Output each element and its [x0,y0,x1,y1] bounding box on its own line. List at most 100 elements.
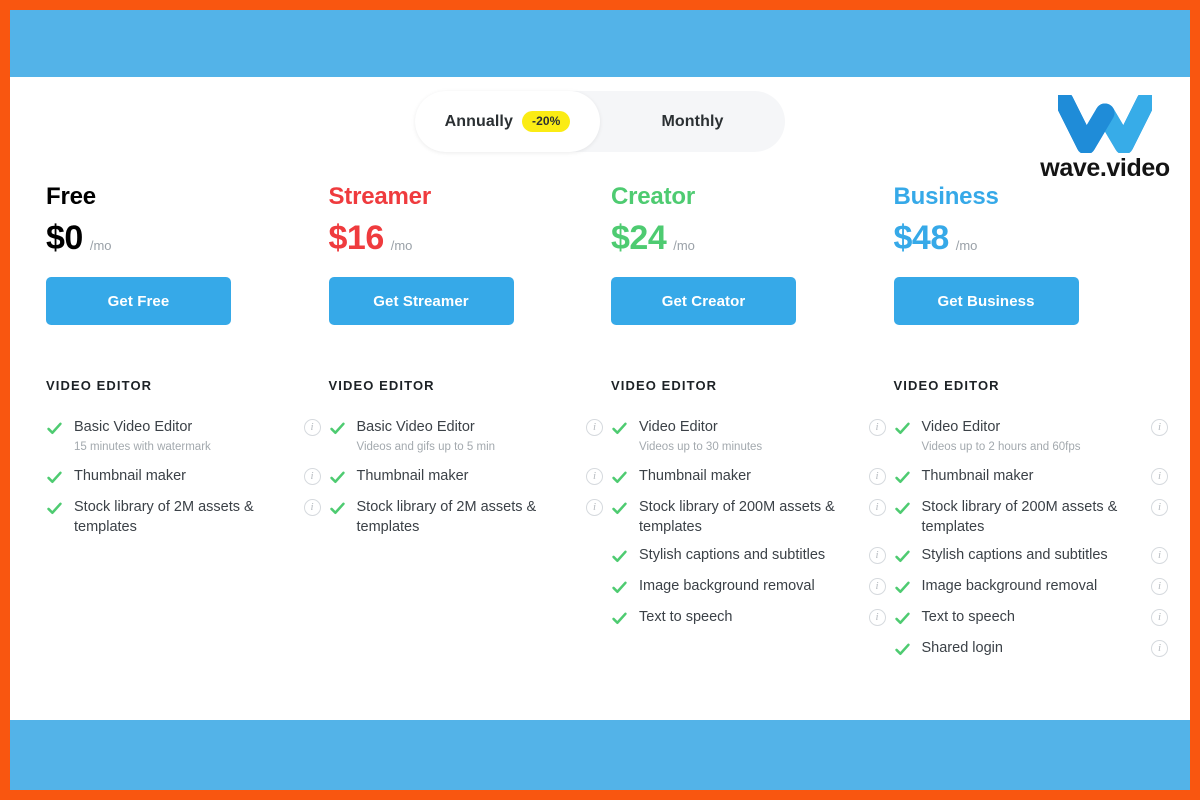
feature-label: Thumbnail maker [74,468,187,484]
info-icon[interactable]: i [868,578,886,595]
feature-list: Video Editor Videos up to 30 minutes i T… [611,417,894,630]
plan-name: Creator [611,183,695,210]
plan-price-row: $24 /mo [611,221,894,255]
check-icon [894,550,910,563]
list-item: Text to speech i [611,607,894,630]
feature-section-title: VIDEO EDITOR [893,378,1000,393]
list-item: Shared login i [894,638,1177,661]
list-item: Stylish captions and subtitles i [611,545,894,568]
info-icon[interactable]: i [868,609,886,626]
feature-sublabel: Videos up to 30 minutes [639,441,763,453]
wave-w-logo-icon [1058,95,1152,153]
plan-price: $16 [328,219,385,257]
feature-section-title: VIDEO EDITOR [611,378,718,393]
feature-label: Text to speech [639,609,733,625]
feature-label: Stylish captions and subtitles [639,547,826,563]
feature-list: Video Editor Videos up to 2 hours and 60… [894,417,1177,661]
info-icon[interactable]: i [1151,419,1168,436]
info-icon[interactable]: i [1151,640,1168,657]
pricing-page: Annually -20% Monthly wave.video Free $0 [10,77,1190,720]
plan-price-row: $0 /mo [46,221,329,255]
check-icon [329,471,345,484]
list-item: Stock library of 200M assets & templates… [894,497,1177,537]
toggle-option-annually[interactable]: Annually -20% [415,91,600,152]
bottom-banner [10,720,1190,790]
feature-label: Thumbnail maker [356,468,469,484]
check-icon [612,422,627,435]
brand-logo[interactable]: wave.video [1020,95,1190,183]
plan-name: Business [893,183,999,210]
toggle-annually-label: Annually [444,112,513,130]
feature-label: Image background removal [921,578,1098,594]
list-item: Thumbnail maker i [611,466,894,489]
list-item: Text to speech i [894,607,1177,630]
list-item: Stylish captions and subtitles i [894,545,1177,568]
list-item: Stock library of 2M assets & templates i [46,497,329,537]
info-icon[interactable]: i [868,499,886,516]
info-icon[interactable]: i [1151,468,1168,485]
list-item: Image background removal i [894,576,1177,599]
feature-label: Stock library of 2M assets & templates [356,499,537,535]
check-icon [894,502,910,515]
plan-price: $24 [611,219,667,257]
check-icon [894,471,910,484]
list-item: Video Editor Videos up to 30 minutes i [611,417,894,458]
plan-price-row: $16 /mo [329,221,612,255]
feature-label: Stock library of 200M assets & templates [639,499,835,535]
feature-section-title: VIDEO EDITOR [46,378,153,393]
list-item: Stock library of 200M assets & templates… [611,497,894,537]
plan-column-creator: Creator $24 /mo Get Creator VIDEO EDITOR… [611,185,894,669]
plan-name: Streamer [328,183,432,210]
plan-price-period: /mo [390,238,413,253]
info-icon[interactable]: i [303,468,321,485]
info-icon[interactable]: i [1151,499,1168,516]
plan-columns: Free $0 /mo Get Free VIDEO EDITOR Basic … [46,185,1176,669]
check-icon [894,422,910,435]
list-item: Stock library of 2M assets & templates i [329,497,612,537]
info-icon[interactable]: i [868,419,886,436]
plan-price-row: $48 /mo [894,221,1177,255]
plan-column-streamer: Streamer $16 /mo Get Streamer VIDEO EDIT… [328,183,612,669]
toggle-option-monthly[interactable]: Monthly [600,91,785,152]
info-icon[interactable]: i [586,499,603,516]
feature-label: Stylish captions and subtitles [921,547,1108,563]
list-item: Basic Video Editor Videos and gifs up to… [329,417,612,458]
check-icon [612,612,627,625]
page-frame: Annually -20% Monthly wave.video Free $0 [10,10,1190,790]
info-icon[interactable]: i [868,547,886,564]
feature-label: Stock library of 200M assets & templates [921,499,1118,535]
annual-discount-badge: -20% [521,111,571,132]
feature-label: Shared login [921,640,1003,656]
get-free-button[interactable]: Get Free [46,277,231,325]
billing-period-toggle[interactable]: Annually -20% Monthly [415,91,785,152]
plan-price-period: /mo [673,238,695,253]
list-item: Thumbnail maker i [46,466,329,489]
list-item: Basic Video Editor 15 minutes with water… [46,417,329,458]
feature-label: Image background removal [639,578,815,594]
info-icon[interactable]: i [868,468,886,485]
info-icon[interactable]: i [1151,609,1168,626]
feature-list: Basic Video Editor Videos and gifs up to… [329,417,612,537]
list-item: Thumbnail maker i [329,466,612,489]
info-icon[interactable]: i [1151,578,1168,595]
get-creator-button[interactable]: Get Creator [611,277,796,325]
check-icon [329,502,345,515]
get-business-button[interactable]: Get Business [893,277,1079,325]
info-icon[interactable]: i [303,419,321,436]
feature-label: Thumbnail maker [639,468,752,484]
info-icon[interactable]: i [586,419,603,436]
check-icon [612,502,627,515]
check-icon [612,550,627,563]
check-icon [47,471,62,484]
list-item: Thumbnail maker i [894,466,1177,489]
feature-label: Basic Video Editor [356,419,475,435]
info-icon[interactable]: i [1151,547,1168,564]
feature-sublabel: 15 minutes with watermark [74,441,211,453]
get-streamer-button[interactable]: Get Streamer [328,277,514,325]
feature-label: Basic Video Editor [74,419,193,435]
check-icon [47,502,62,515]
check-icon [329,422,345,435]
feature-list: Basic Video Editor 15 minutes with water… [46,417,329,537]
info-icon[interactable]: i [586,468,603,485]
info-icon[interactable]: i [303,499,321,516]
